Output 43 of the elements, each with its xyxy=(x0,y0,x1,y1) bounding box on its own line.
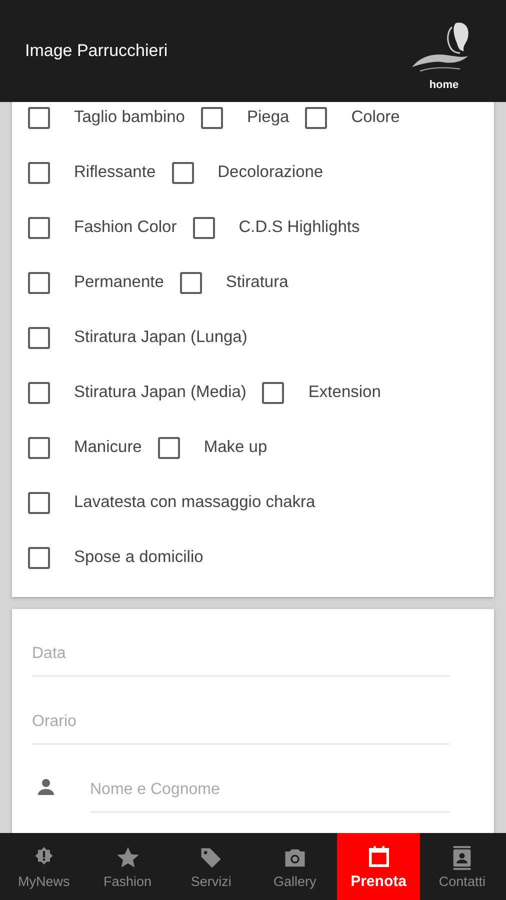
checkbox[interactable] xyxy=(28,162,50,184)
option-label: Fashion Color xyxy=(74,218,177,237)
option-label: Extension xyxy=(308,383,381,402)
input-field[interactable]: Orario xyxy=(32,713,450,745)
checkbox[interactable] xyxy=(28,326,50,348)
option-label: Manicure xyxy=(74,438,142,457)
option-label: Stiratura Japan (Lunga) xyxy=(74,328,248,347)
option-label: Riflessante xyxy=(74,163,156,182)
checkbox[interactable] xyxy=(180,272,202,294)
option-label: C.D.S Highlights xyxy=(238,218,360,237)
checkbox[interactable] xyxy=(158,436,180,458)
checkbox[interactable] xyxy=(28,546,50,568)
option-label: Lavatesta con massaggio chakra xyxy=(74,493,316,512)
checkbox[interactable] xyxy=(28,492,50,514)
logo-caption[interactable]: home xyxy=(429,79,459,91)
input-field[interactable]: Data xyxy=(32,645,450,677)
nav-tab[interactable]: Gallery xyxy=(253,833,337,900)
option-label: Piega xyxy=(247,108,290,127)
option-label: Decolorazione xyxy=(218,163,324,182)
nav-tab[interactable]: Servizi xyxy=(169,833,254,900)
input-field[interactable]: Nome e Cognome xyxy=(90,781,450,813)
option-label: Taglio bambino xyxy=(74,108,185,127)
option-label: Spose a domicilio xyxy=(74,548,204,567)
checkbox[interactable] xyxy=(28,272,50,294)
option-label: Stiratura Japan (Media) xyxy=(74,383,246,402)
checkbox[interactable] xyxy=(28,216,50,238)
option-label: Make up xyxy=(204,438,268,457)
option-label: Permanente xyxy=(74,273,164,292)
checkbox[interactable] xyxy=(28,436,50,458)
checkbox[interactable] xyxy=(305,106,328,128)
nav-tab[interactable]: Prenota xyxy=(336,833,420,900)
nav-tab[interactable]: Fashion xyxy=(86,833,170,900)
checkbox[interactable] xyxy=(172,162,194,184)
checkbox[interactable] xyxy=(28,106,50,128)
app-title: Image Parrucchieri xyxy=(25,41,168,61)
nav-tab[interactable]: MyNews xyxy=(2,833,86,900)
nav-tab[interactable]: Contatti xyxy=(420,833,504,900)
option-label: Stiratura xyxy=(226,273,288,292)
checkbox[interactable] xyxy=(192,216,215,238)
checkbox[interactable] xyxy=(262,382,284,404)
checkbox[interactable] xyxy=(28,382,50,404)
option-label: Colore xyxy=(351,108,400,127)
checkbox[interactable] xyxy=(201,106,223,128)
